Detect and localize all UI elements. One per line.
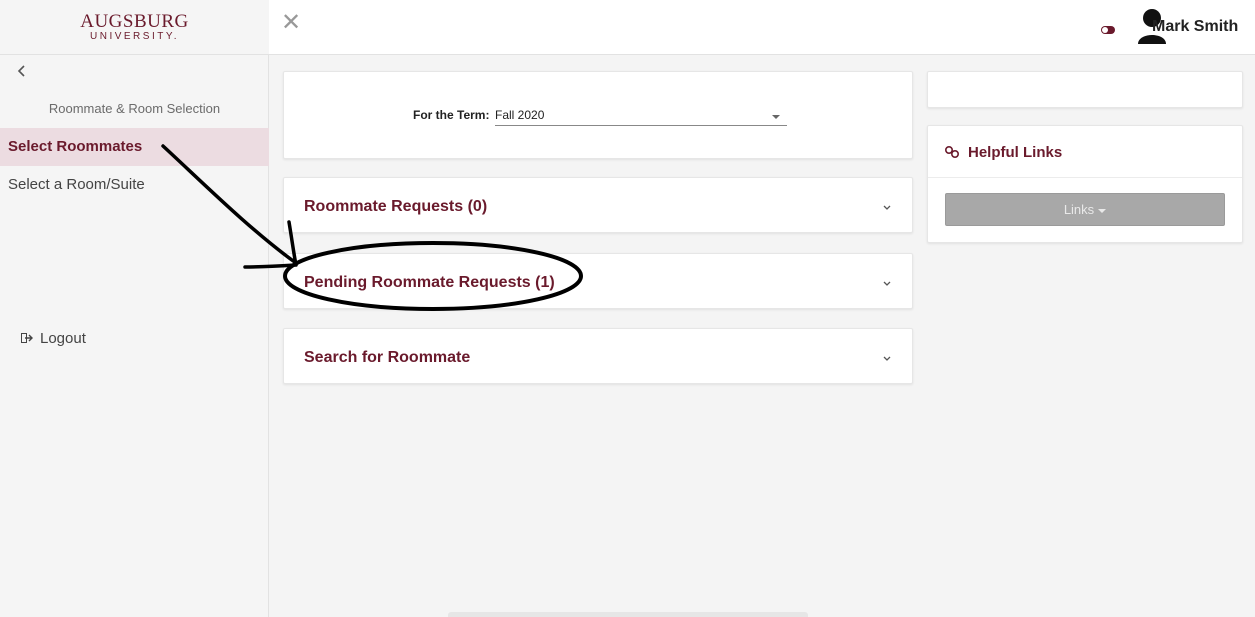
accordion-title: Search for Roommate <box>304 349 471 366</box>
term-card: For the Term: Fall 2020 <box>283 71 913 159</box>
sign-out-icon <box>21 330 33 343</box>
caret-down-icon <box>1098 208 1107 213</box>
accordion-pending-roommate-requests[interactable]: Pending Roommate Requests (1) <box>283 253 913 309</box>
chevron-down-icon <box>882 351 892 361</box>
accordion-title: Roommate Requests (0) <box>304 198 488 215</box>
dropdown-caret-icon <box>772 115 780 119</box>
term-label: For the Term: <box>413 108 490 122</box>
app-root: AUGSBURG UNIVERSITY. Roommate & Room Sel… <box>0 0 1255 617</box>
top-bar: ✕ Mark Smith <box>269 0 1255 55</box>
sidebar-section-title: Roommate & Room Selection <box>48 101 221 116</box>
chevron-down-icon <box>882 276 892 286</box>
helpful-links-card: Helpful Links Links <box>927 125 1243 243</box>
chevron-left-icon[interactable] <box>17 64 27 82</box>
sidebar-item-label: Select a Room/Suite <box>8 176 145 193</box>
logout-label: Logout <box>40 330 86 347</box>
logo-subtitle: UNIVERSITY. <box>90 31 179 42</box>
university-logo[interactable]: AUGSBURG UNIVERSITY. <box>0 0 269 55</box>
sidebar-item-select-room[interactable]: Select a Room/Suite <box>0 166 269 204</box>
accordion-search-for-roommate[interactable]: Search for Roommate <box>283 328 913 384</box>
accordion-title: Pending Roommate Requests (1) <box>304 274 555 291</box>
logout-link[interactable]: Logout <box>21 330 86 347</box>
close-icon[interactable]: ✕ <box>281 11 301 35</box>
bottom-bar-hint <box>448 612 808 617</box>
term-selected-value: Fall 2020 <box>495 108 545 122</box>
sidebar-item-label: Select Roommates <box>8 138 143 155</box>
logo-wordmark: AUGSBURG <box>80 11 189 32</box>
links-dropdown-button[interactable]: Links <box>945 193 1225 226</box>
user-name[interactable]: Mark Smith <box>1152 18 1238 36</box>
term-select[interactable]: Fall 2020 <box>495 104 787 126</box>
link-icon <box>944 145 960 159</box>
links-button-label: Links <box>1063 202 1095 217</box>
accordion-roommate-requests[interactable]: Roommate Requests (0) <box>283 177 913 233</box>
chevron-down-icon <box>882 200 892 210</box>
right-empty-card <box>927 71 1243 108</box>
sidebar: AUGSBURG UNIVERSITY. Roommate & Room Sel… <box>0 0 269 617</box>
helpful-links-title: Helpful Links <box>968 144 1063 161</box>
toggle-icon[interactable] <box>1101 26 1115 34</box>
helpful-links-header: Helpful Links <box>928 126 1242 178</box>
sidebar-item-select-roommates[interactable]: Select Roommates <box>0 128 269 166</box>
